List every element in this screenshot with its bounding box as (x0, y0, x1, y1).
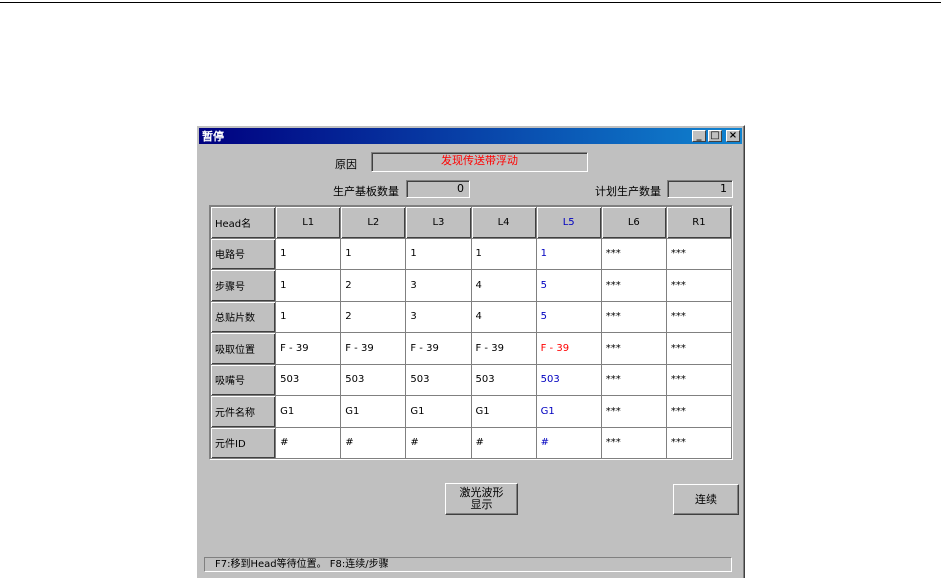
column-header[interactable]: R1 (665, 206, 733, 239)
status-bar: F7:移到Head等待位置。 F8:连续/步骤 (204, 557, 732, 572)
table-cell: F - 39 (535, 332, 602, 365)
table-cell: 1 (275, 269, 342, 302)
table-cell: *** (665, 426, 733, 459)
table-cell: 1 (275, 237, 342, 270)
table-cell: F - 39 (340, 332, 407, 365)
table-corner-header: Head名 (209, 206, 277, 239)
table-cell: 1 (535, 237, 602, 270)
table-cell: # (470, 426, 537, 459)
table-cell: G1 (535, 395, 602, 428)
table-cell: 1 (405, 237, 472, 270)
laser-waveform-button[interactable]: 激光波形 显示 (445, 483, 518, 515)
row-header: 吸取位置 (209, 332, 277, 365)
table-cell: 1 (275, 300, 342, 333)
column-header[interactable]: L4 (470, 206, 537, 239)
table-cell: *** (600, 332, 667, 365)
column-header[interactable]: L3 (405, 206, 472, 239)
table-cell: *** (600, 395, 667, 428)
table-cell: 503 (535, 363, 602, 396)
table-cell: 503 (470, 363, 537, 396)
table-cell: *** (665, 363, 733, 396)
table-cell: *** (600, 363, 667, 396)
production-count-label: 生产基板数量 (333, 185, 399, 198)
table-cell: 3 (405, 300, 472, 333)
table-cell: 1 (470, 237, 537, 270)
table-row: 步骤号 1 2 3 4 5 *** *** (209, 269, 733, 302)
top-divider (0, 2, 941, 3)
table-cell: 5 (535, 269, 602, 302)
table-cell: *** (600, 300, 667, 333)
head-status-table: Head名 L1 L2 L3 L4 L5 L6 R1 电路号 1 1 1 1 1… (209, 205, 733, 460)
continue-button[interactable]: 连续 (673, 484, 739, 515)
table-cell: # (340, 426, 407, 459)
window-title: 暂停 (202, 130, 224, 143)
column-header[interactable]: L5 (535, 206, 602, 239)
table-cell: G1 (405, 395, 472, 428)
table-cell: G1 (340, 395, 407, 428)
plan-count-label: 计划生产数量 (595, 185, 661, 198)
row-header: 总贴片数 (209, 300, 277, 333)
minimize-icon[interactable]: _ (692, 130, 706, 142)
column-header[interactable]: L1 (275, 206, 342, 239)
table-cell: 2 (340, 269, 407, 302)
table-cell: # (405, 426, 472, 459)
table-cell: *** (665, 300, 733, 333)
table-row: 元件ID # # # # # *** *** (209, 426, 733, 459)
table-cell: 3 (405, 269, 472, 302)
table-cell: # (535, 426, 602, 459)
column-header[interactable]: L2 (340, 206, 407, 239)
table-cell: 503 (340, 363, 407, 396)
table-cell: G1 (470, 395, 537, 428)
table-cell: F - 39 (275, 332, 342, 365)
table-cell: 4 (470, 300, 537, 333)
column-header[interactable]: L6 (600, 206, 667, 239)
table-cell: *** (665, 395, 733, 428)
table-cell: *** (600, 237, 667, 270)
table-row: 总贴片数 1 2 3 4 5 *** *** (209, 300, 733, 333)
table-cell: G1 (275, 395, 342, 428)
table-header-row: Head名 L1 L2 L3 L4 L5 L6 R1 (209, 206, 733, 239)
title-bar[interactable]: 暂停 _ □ × (199, 128, 742, 144)
table-cell: *** (600, 426, 667, 459)
table-cell: *** (665, 269, 733, 302)
table-cell: 503 (405, 363, 472, 396)
table-cell: 503 (275, 363, 342, 396)
row-header: 元件ID (209, 426, 277, 459)
table-cell: # (275, 426, 342, 459)
table-cell: *** (665, 332, 733, 365)
maximize-icon[interactable]: □ (708, 130, 722, 142)
table-cell: 5 (535, 300, 602, 333)
row-header: 步骤号 (209, 269, 277, 302)
row-header: 电路号 (209, 237, 277, 270)
reason-field: 发现传送带浮动 (371, 152, 588, 172)
production-count-field: 0 (406, 180, 470, 198)
row-header: 元件名称 (209, 395, 277, 428)
laser-button-label-line2: 显示 (470, 498, 493, 511)
table-cell: F - 39 (405, 332, 472, 365)
row-header: 吸嘴号 (209, 363, 277, 396)
table-cell: *** (600, 269, 667, 302)
close-icon[interactable]: × (726, 130, 740, 142)
pause-dialog: 暂停 _ □ × 原因 发现传送带浮动 生产基板数量 0 计划生产数量 1 He… (196, 125, 745, 578)
table-cell: *** (665, 237, 733, 270)
table-cell: 4 (470, 269, 537, 302)
table-cell: 2 (340, 300, 407, 333)
reason-label: 原因 (335, 158, 357, 171)
table-row: 吸取位置 F - 39 F - 39 F - 39 F - 39 F - 39 … (209, 332, 733, 365)
table-cell: F - 39 (470, 332, 537, 365)
plan-count-field: 1 (667, 180, 733, 198)
table-row: 元件名称 G1 G1 G1 G1 G1 *** *** (209, 395, 733, 428)
table-row: 电路号 1 1 1 1 1 *** *** (209, 237, 733, 270)
table-row: 吸嘴号 503 503 503 503 503 *** *** (209, 363, 733, 396)
table-cell: 1 (340, 237, 407, 270)
